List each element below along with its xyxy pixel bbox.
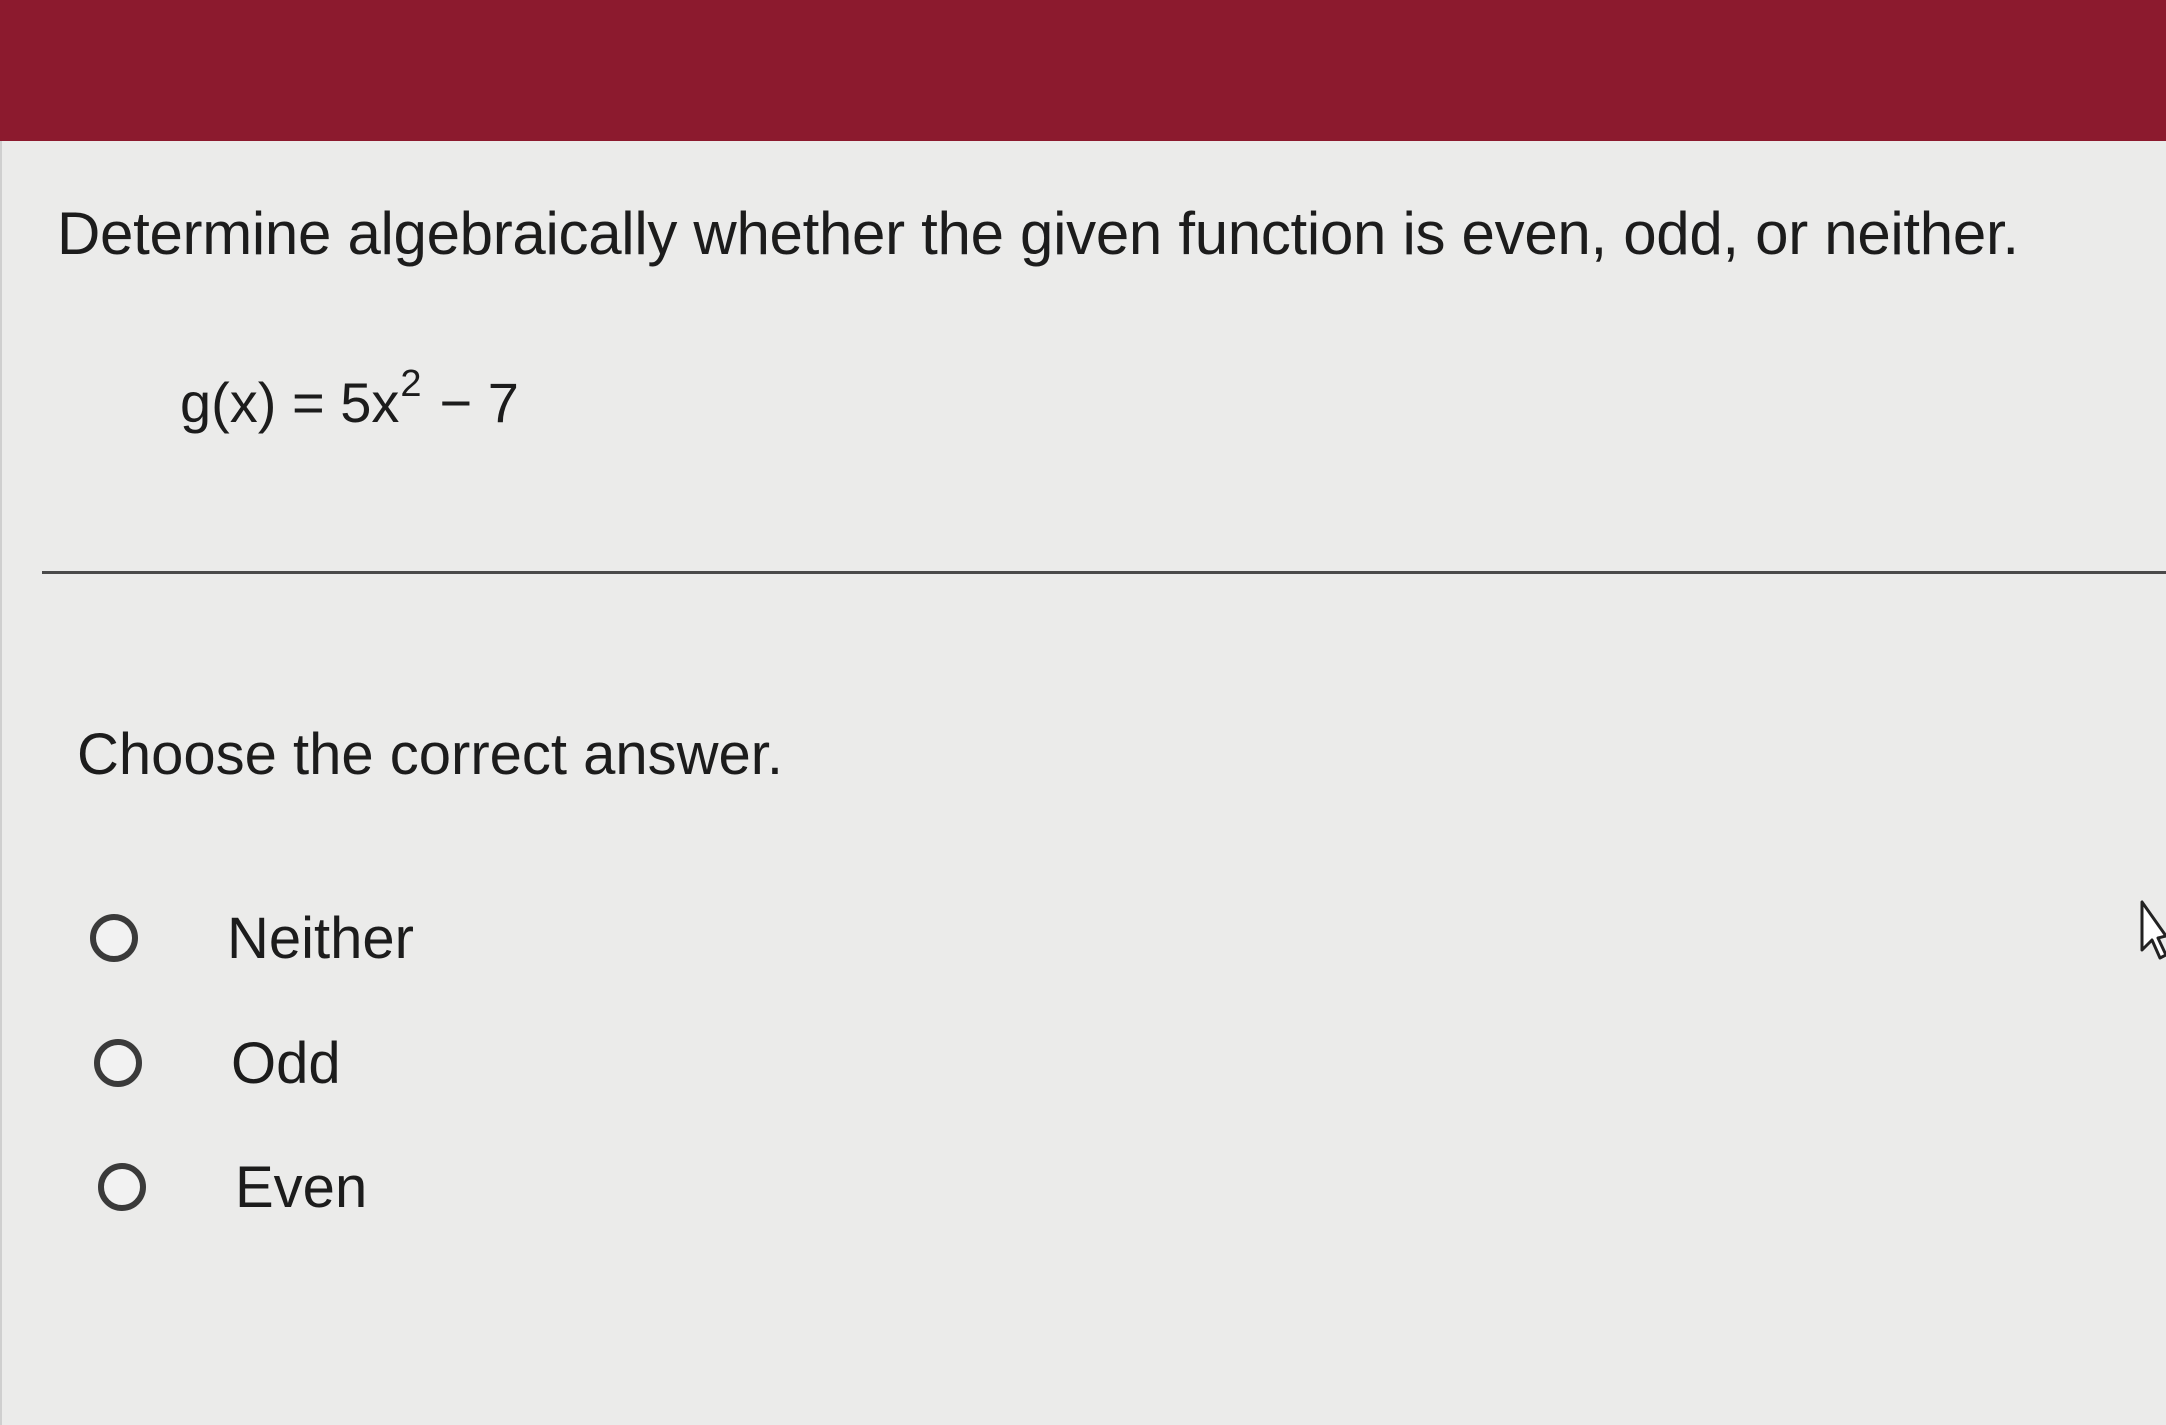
top-header-bar <box>0 0 2166 141</box>
screen: Determine algebraically whether the give… <box>0 0 2166 1425</box>
radio-button-icon[interactable] <box>94 1039 142 1087</box>
answer-prompt: Choose the correct answer. <box>77 722 784 787</box>
radio-button-icon[interactable] <box>90 914 138 962</box>
option-label: Even <box>235 1154 368 1220</box>
option-neither[interactable]: Neither <box>90 898 414 978</box>
option-label: Odd <box>231 1030 341 1096</box>
function-equation: g(x) = 5x2 − 7 <box>180 363 519 435</box>
section-divider <box>42 571 2166 574</box>
mouse-cursor-icon <box>2140 900 2166 960</box>
question-text: Determine algebraically whether the give… <box>57 200 2019 267</box>
option-even[interactable]: Even <box>98 1147 367 1227</box>
radio-button-icon[interactable] <box>98 1163 146 1211</box>
option-label: Neither <box>227 905 414 971</box>
equation-left-side: g(x) = 5x <box>180 371 400 434</box>
equation-constant-term: − 7 <box>439 371 519 434</box>
equation-exponent: 2 <box>400 363 422 405</box>
option-odd[interactable]: Odd <box>94 1023 341 1103</box>
question-panel: Determine algebraically whether the give… <box>0 141 2166 1425</box>
